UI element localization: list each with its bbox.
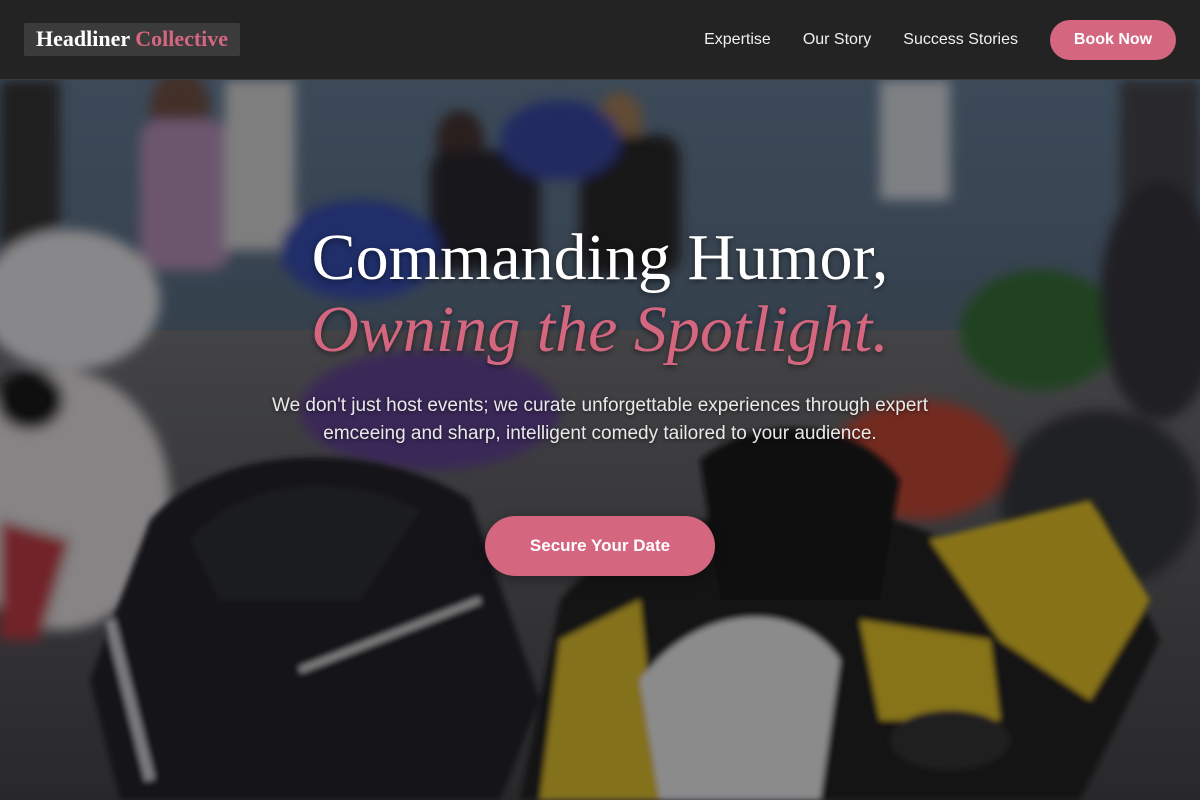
main-nav: Expertise Our Story Success Stories Book… [704,19,1176,60]
hero-section: Commanding Humor, Owning the Spotlight. … [0,80,1200,800]
logo-accent-text: Collective [135,26,229,51]
nav-link-our-story[interactable]: Our Story [803,31,871,49]
book-now-button[interactable]: Book Now [1050,19,1176,60]
site-header: Headliner Collective Expertise Our Story… [0,0,1200,80]
hero-headline-line1: Commanding Humor, [311,221,889,294]
hero-content: Commanding Humor, Owning the Spotlight. … [0,80,1200,800]
secure-date-button[interactable]: Secure Your Date [485,516,715,576]
hero-headline: Commanding Humor, Owning the Spotlight. [0,222,1200,366]
site-logo[interactable]: Headliner Collective [24,23,241,56]
hero-subtitle: We don't just host events; we curate unf… [271,395,928,444]
hero-headline-line2: Owning the Spotlight. [311,293,889,366]
logo-main-text: Headliner [36,26,130,51]
nav-link-expertise[interactable]: Expertise [704,31,771,49]
nav-link-success-stories[interactable]: Success Stories [903,31,1018,49]
